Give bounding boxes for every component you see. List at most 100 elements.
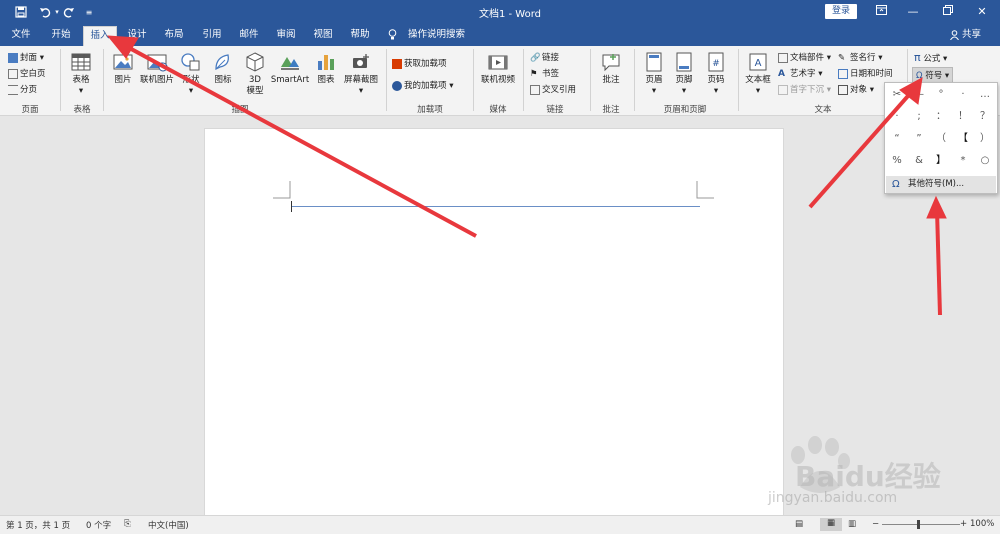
symbol-item[interactable]: —	[908, 85, 930, 105]
signature-line-button[interactable]: ✎ 签名行 ▾	[838, 51, 882, 64]
symbol-item[interactable]: ：	[930, 107, 952, 127]
share-button[interactable]: 共享	[950, 24, 981, 46]
page-count[interactable]: 第 1 页，共 1 页	[6, 519, 70, 531]
group-label-text: 文本	[814, 105, 832, 115]
page-break-icon	[8, 84, 18, 95]
ribbon-display-icon[interactable]	[863, 0, 899, 24]
group-separator	[103, 49, 104, 111]
symbol-item[interactable]: &	[908, 151, 930, 171]
bookmark-button[interactable]: ⚑ 书签	[530, 67, 559, 80]
shapes-button[interactable]: 形状 ▾	[176, 51, 206, 97]
tab-insert[interactable]: 插入	[83, 26, 117, 46]
zoom-slider-thumb[interactable]	[917, 520, 920, 529]
symbol-item[interactable]: ·	[886, 107, 908, 127]
zoom-level[interactable]: 100%	[970, 519, 994, 529]
language-indicator[interactable]: 中文(中国)	[148, 519, 189, 531]
table-button[interactable]: 表格 ▾	[66, 51, 96, 97]
tab-review[interactable]: 审阅	[269, 24, 303, 46]
group-label-illustrations: 插图	[231, 105, 249, 115]
symbol-item[interactable]: ）	[974, 129, 996, 149]
symbol-item[interactable]: 】	[930, 151, 952, 171]
more-symbols-menu-item[interactable]: Ω 其他符号(M)...	[886, 176, 996, 193]
omega-icon: Ω	[916, 71, 923, 81]
tab-mailings[interactable]: 邮件	[232, 24, 266, 46]
title-bar: ▾ ≡ 文档1 - Word 登录 — ✕	[0, 0, 1000, 24]
word-count[interactable]: 0 个字	[86, 519, 111, 531]
header-button[interactable]: 页眉 ▾	[640, 51, 668, 97]
symbol-item[interactable]: ！	[952, 107, 974, 127]
online-video-button[interactable]: 联机视频	[478, 51, 518, 86]
symbol-item[interactable]: %	[886, 151, 908, 171]
tab-design[interactable]: 设计	[120, 24, 154, 46]
smartart-button[interactable]: SmartArt	[270, 51, 310, 86]
comment-icon	[600, 51, 622, 73]
close-icon[interactable]: ✕	[964, 0, 1000, 24]
footer-button[interactable]: 页脚 ▾	[670, 51, 698, 97]
zoom-out-icon[interactable]: −	[872, 519, 879, 529]
screenshot-button[interactable]: 屏幕截图 ▾	[340, 51, 382, 97]
group-label-addins: 加载项	[417, 105, 443, 115]
symbol-item[interactable]: “	[886, 129, 908, 149]
get-addins-button[interactable]: 获取加载项	[392, 57, 447, 69]
drop-cap-icon	[778, 84, 788, 95]
web-layout-icon[interactable]: ▥	[848, 519, 856, 529]
symbol-item[interactable]: 【	[952, 129, 974, 149]
chart-button[interactable]: 图表	[312, 51, 340, 86]
picture-button[interactable]: 图片	[108, 51, 138, 86]
tell-me-search[interactable]: 操作说明搜索	[388, 24, 465, 46]
proofing-icon[interactable]: ⎘	[124, 519, 131, 529]
tab-references[interactable]: 引用	[195, 24, 229, 46]
link-icon: 🔗	[530, 52, 541, 63]
redo-icon[interactable]	[60, 0, 78, 24]
group-separator	[634, 49, 635, 111]
tab-help[interactable]: 帮助	[343, 24, 377, 46]
symbol-item[interactable]: …	[974, 85, 996, 105]
quick-parts-button[interactable]: 文档部件 ▾	[778, 51, 831, 63]
zoom-in-icon[interactable]: +	[960, 519, 967, 529]
symbol-item[interactable]: ○	[974, 151, 996, 171]
scissors-icon[interactable]: ✂	[886, 85, 908, 105]
online-picture-button[interactable]: 联机图片	[138, 51, 176, 86]
cross-reference-button[interactable]: 交叉引用	[530, 83, 576, 95]
bar-chart-icon	[315, 51, 337, 73]
svg-text:A: A	[755, 58, 762, 69]
group-label-comments: 批注	[602, 105, 620, 115]
drop-cap-button[interactable]: 首字下沉 ▾	[778, 83, 831, 95]
wordart-button[interactable]: A 艺术字 ▾	[778, 67, 822, 80]
equation-button[interactable]: π 公式 ▾	[914, 51, 947, 64]
link-button[interactable]: 🔗链接	[530, 51, 559, 64]
symbol-item[interactable]: ”	[908, 129, 930, 149]
symbol-item[interactable]: （	[930, 129, 952, 149]
symbol-item[interactable]: *	[952, 151, 974, 171]
login-button[interactable]: 登录	[825, 4, 857, 19]
read-mode-icon[interactable]: ▤	[795, 519, 803, 529]
symbol-button[interactable]: Ω 符号 ▾	[912, 67, 954, 83]
cover-page-button[interactable]: 封面 ▾	[8, 51, 44, 63]
tab-file[interactable]: 文件	[4, 24, 38, 46]
minimize-icon[interactable]: —	[895, 0, 931, 24]
page-number-button[interactable]: # 页码 ▾	[702, 51, 730, 97]
blank-page-button[interactable]: 空白页	[8, 67, 46, 79]
tab-view[interactable]: 视图	[306, 24, 340, 46]
3d-models-button[interactable]: 3D 模型	[240, 51, 270, 97]
restore-icon[interactable]	[930, 0, 966, 24]
symbol-item[interactable]: ·	[952, 85, 974, 105]
text-box-button[interactable]: A 文本框 ▾	[742, 51, 774, 97]
object-button[interactable]: 对象 ▾	[838, 83, 874, 95]
customize-qat-icon[interactable]: ≡	[82, 0, 96, 24]
symbol-item[interactable]: ;	[908, 107, 930, 127]
object-icon	[838, 84, 848, 95]
my-addins-button[interactable]: 我的加载项 ▾	[392, 79, 453, 91]
tab-home[interactable]: 开始	[44, 24, 78, 46]
group-separator	[738, 49, 739, 111]
date-time-button[interactable]: 日期和时间	[838, 67, 893, 79]
symbol-dropdown: ✂ — ° · … · ; ： ！ ？ “ ” （ 【 ） % & 】 * ○ …	[884, 82, 998, 194]
tab-layout[interactable]: 布局	[157, 24, 191, 46]
page-break-button[interactable]: 分页	[8, 83, 37, 95]
icons-button[interactable]: 图标	[208, 51, 238, 86]
comment-button[interactable]: 批注	[596, 51, 626, 86]
symbol-item[interactable]: °	[930, 85, 952, 105]
save-icon[interactable]	[10, 0, 32, 24]
symbol-item[interactable]: ？	[974, 107, 996, 127]
zoom-slider[interactable]	[882, 524, 960, 525]
